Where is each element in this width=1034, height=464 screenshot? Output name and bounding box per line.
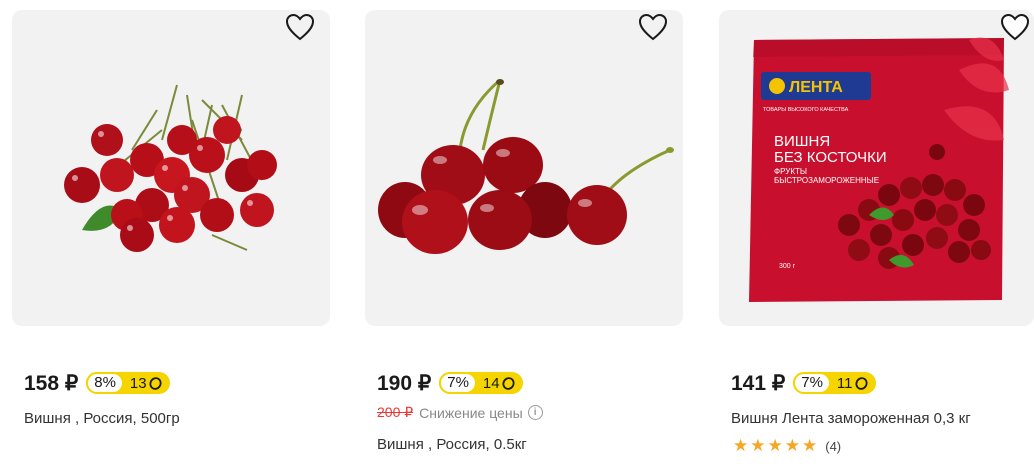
price-row: 158 ₽ 8% 13	[24, 370, 170, 396]
bonus-coin-icon	[149, 376, 162, 390]
product-image-cherries-large[interactable]	[365, 10, 683, 326]
package-brand: ЛЕНТА	[789, 79, 843, 96]
product-name[interactable]: Вишня , Россия, 0.5кг	[377, 436, 527, 453]
package-weight: 300 г	[779, 263, 796, 270]
favorite-heart-icon[interactable]	[637, 12, 669, 42]
product-card-3[interactable]: ЛЕНТА ТОВАРЫ ВЫСОКОГО КАЧЕСТВА ВИШНЯ БЕЗ…	[719, 0, 1034, 464]
favorite-heart-icon[interactable]	[284, 12, 316, 42]
price: 158 ₽	[24, 371, 79, 395]
star-icon: ★	[802, 436, 818, 455]
discount-row: 200 ₽ Снижение цены i	[377, 404, 543, 421]
bonus-badge: 8% 13	[86, 372, 170, 394]
package-title-line1: ВИШНЯ	[774, 133, 830, 150]
product-name[interactable]: Вишня , Россия, 500гр	[24, 410, 180, 427]
price-row: 190 ₽ 7% 14	[377, 370, 523, 396]
product-card-2[interactable]: 190 ₽ 7% 14 200 ₽ Снижение цены i Вишня …	[365, 0, 683, 464]
product-image-cherries-bunch[interactable]	[12, 10, 330, 326]
bonus-points-value: 14	[482, 374, 500, 392]
bonus-coin-icon	[502, 376, 515, 390]
old-price: 200 ₽	[377, 404, 414, 420]
bonus-points: 13	[124, 375, 170, 392]
bonus-percent: 7%	[439, 372, 477, 394]
price-row: 141 ₽ 7% 11	[731, 370, 876, 396]
bonus-badge: 7% 11	[793, 372, 876, 394]
bonus-percent: 8%	[86, 372, 124, 394]
favorite-heart-icon[interactable]	[999, 12, 1031, 42]
bonus-points-value: 11	[836, 374, 853, 392]
bonus-points: 14	[477, 375, 523, 392]
package-subtitle-line2: БЫСТРОЗАМОРОЖЕННЫЕ	[774, 176, 879, 185]
package-tagline: ТОВАРЫ ВЫСОКОГО КАЧЕСТВА	[763, 107, 849, 113]
bonus-badge: 7% 14	[439, 372, 523, 394]
bonus-percent: 7%	[793, 372, 831, 394]
product-name[interactable]: Вишня Лента замороженная 0,3 кг	[731, 410, 971, 427]
info-icon[interactable]: i	[527, 405, 543, 420]
bonus-coin-icon	[854, 376, 868, 390]
bonus-points-value: 13	[129, 374, 147, 392]
product-card-1[interactable]: 158 ₽ 8% 13 Вишня , Россия, 500гр	[12, 0, 330, 464]
discount-label: Снижение цены	[419, 404, 523, 421]
bonus-points: 11	[831, 375, 876, 392]
star-icon: ★	[733, 436, 749, 455]
package-title-line2: БЕЗ КОСТОЧКИ	[774, 149, 887, 166]
star-icon: ★	[784, 436, 800, 455]
star-icon: ★	[767, 436, 783, 455]
rating-count: (4)	[825, 438, 842, 454]
product-image-frozen-cherry-pack[interactable]: ЛЕНТА ТОВАРЫ ВЫСОКОГО КАЧЕСТВА ВИШНЯ БЕЗ…	[719, 10, 1034, 326]
price: 141 ₽	[731, 371, 786, 395]
price: 190 ₽	[377, 371, 432, 395]
rating[interactable]: ★ ★ ★ ★ ★ (4)	[733, 436, 841, 456]
package-subtitle-line1: ФРУКТЫ	[774, 167, 807, 176]
star-icon: ★	[750, 436, 766, 455]
